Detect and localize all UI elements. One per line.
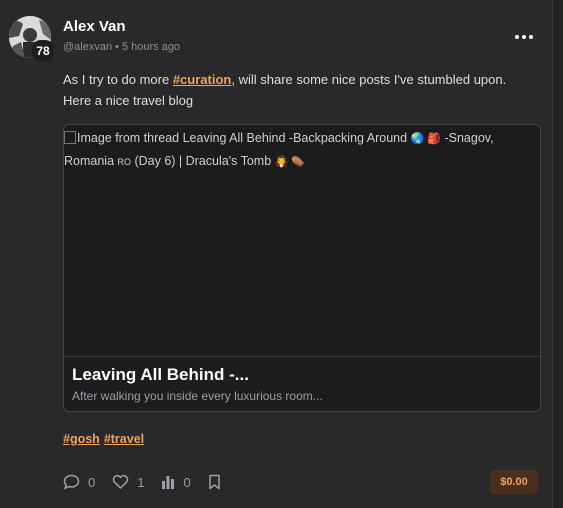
- image-alt-text: Image from thread Leaving All Behind -Ba…: [64, 127, 534, 173]
- comment-icon: [63, 474, 80, 490]
- heart-icon: [112, 474, 129, 489]
- like-count: 1: [137, 474, 145, 490]
- link-preview-description: After walking you inside every luxurious…: [72, 389, 323, 403]
- more-options-button[interactable]: [512, 28, 536, 46]
- post-body: As I try to do more #curation, will shar…: [63, 69, 533, 111]
- comment-count: 0: [88, 474, 96, 490]
- post-meta: @alexvan • 5 hours ago: [63, 41, 180, 53]
- views-button[interactable]: 0: [161, 474, 191, 490]
- like-button[interactable]: 1: [112, 474, 144, 490]
- author-name[interactable]: Alex Van: [63, 18, 126, 35]
- link-preview-image[interactable]: Image from thread Leaving All Behind -Ba…: [64, 125, 540, 357]
- bookmark-button[interactable]: [208, 474, 221, 490]
- alt-text-part: Image from thread Leaving All Behind -Ba…: [77, 131, 411, 145]
- broken-image-icon: [64, 131, 76, 144]
- vampire-coffin-emoji: 🧛 ⚰️: [274, 156, 306, 168]
- post-text-start: As I try to do more: [63, 72, 173, 87]
- scrollbar-gutter: [553, 0, 563, 508]
- meta-separator: •: [115, 41, 119, 53]
- author-handle[interactable]: @alexvan: [63, 41, 112, 53]
- author-avatar[interactable]: 78: [9, 16, 55, 62]
- reputation-badge: 78: [31, 40, 55, 62]
- payout-badge[interactable]: $0.00: [490, 470, 538, 494]
- more-icon: [529, 35, 533, 39]
- alt-text-part: (Day 6) | Dracula's Tomb: [131, 154, 275, 168]
- globe-backpack-emoji: 🌏 🎒: [410, 133, 441, 145]
- more-icon: [522, 35, 526, 39]
- inline-hashtag-link[interactable]: #curation: [173, 72, 232, 87]
- tag-travel[interactable]: #travel: [104, 432, 144, 446]
- link-preview-card[interactable]: Image from thread Leaving All Behind -Ba…: [63, 124, 541, 412]
- post-time[interactable]: 5 hours ago: [122, 41, 180, 53]
- post-card: 78 Alex Van @alexvan • 5 hours ago As I tr…: [0, 0, 553, 508]
- comment-button[interactable]: 0: [63, 474, 95, 490]
- views-count: 0: [183, 474, 191, 490]
- stats-icon: [162, 476, 175, 489]
- flag-label: RO: [117, 157, 132, 167]
- link-preview-title[interactable]: Leaving All Behind -...: [72, 365, 249, 385]
- action-bar: 0 1 0: [63, 472, 238, 492]
- bookmark-icon: [208, 474, 220, 490]
- post-tags: #gosh #travel: [63, 432, 148, 446]
- tag-gosh[interactable]: #gosh: [63, 432, 100, 446]
- more-icon: [515, 35, 519, 39]
